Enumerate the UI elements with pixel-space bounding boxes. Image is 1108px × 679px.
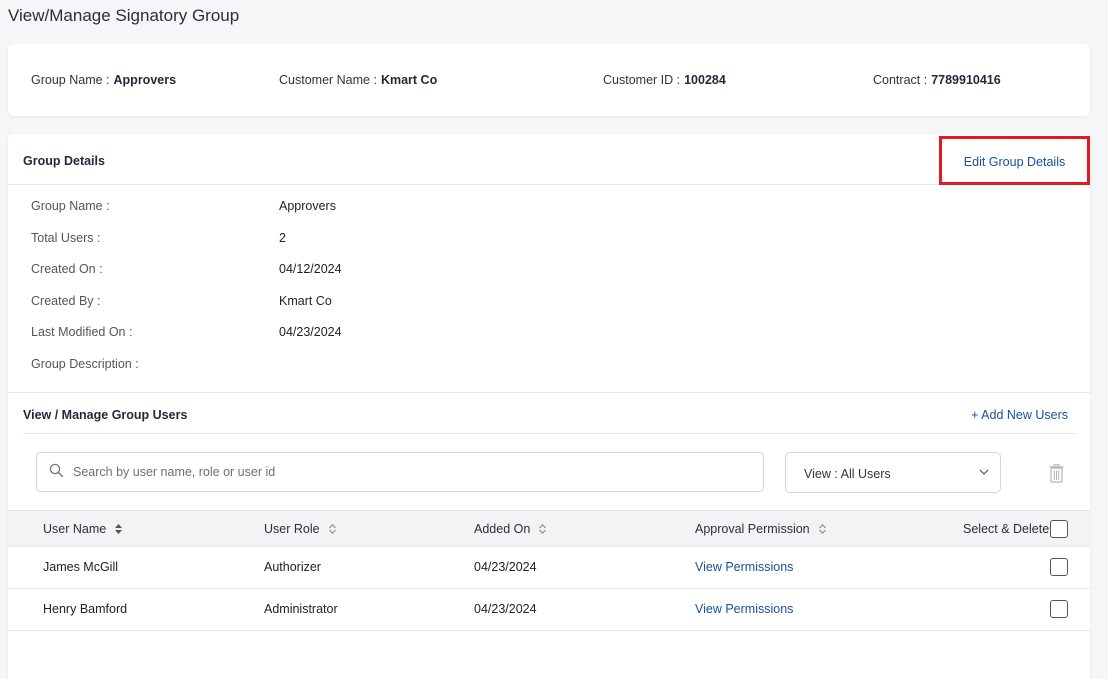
column-approval-permission-label: Approval Permission bbox=[695, 522, 810, 536]
row-user-role: Authorizer bbox=[264, 560, 321, 574]
chevron-down-icon bbox=[978, 466, 990, 481]
search-icon bbox=[49, 463, 64, 481]
sort-icon bbox=[818, 523, 826, 535]
page-title: View/Manage Signatory Group bbox=[8, 6, 240, 25]
row-user-name: James McGill bbox=[43, 560, 119, 574]
summary-customer-name-value: Kmart Co bbox=[380, 73, 438, 87]
column-approval-permission[interactable]: Approval Permission bbox=[695, 522, 827, 536]
row-user-name: Henry Bamford bbox=[43, 602, 128, 616]
users-header-divider bbox=[23, 433, 1076, 434]
view-filter-value: All Users bbox=[840, 467, 891, 481]
column-added-on[interactable]: Added On bbox=[474, 522, 547, 536]
detail-label-created-by: Created By : bbox=[31, 294, 101, 308]
search-input[interactable] bbox=[73, 461, 753, 483]
view-filter-text: View : All Users bbox=[804, 467, 891, 481]
summary-customer-id-label: Customer ID : bbox=[603, 73, 681, 87]
view-filter-select[interactable]: View : All Users bbox=[785, 452, 1001, 493]
group-details-title: Group Details bbox=[23, 154, 105, 168]
view-permissions-link[interactable]: View Permissions bbox=[695, 560, 793, 574]
detail-value-group-name: Approvers bbox=[279, 199, 336, 213]
table-row: Henry Bamford Administrator 04/23/2024 V… bbox=[8, 589, 1090, 631]
row-select-checkbox[interactable] bbox=[1050, 600, 1068, 618]
add-new-users-link[interactable]: + Add New Users bbox=[971, 408, 1068, 422]
summary-customer-id: Customer ID :100284 bbox=[603, 73, 726, 87]
group-details-header: Group Details Edit Group Details bbox=[8, 134, 1090, 185]
row-user-role: Administrator bbox=[264, 602, 338, 616]
table-row: James McGill Authorizer 04/23/2024 View … bbox=[8, 547, 1090, 589]
row-added-on: 04/23/2024 bbox=[474, 602, 537, 616]
summary-customer-name-label: Customer Name : bbox=[279, 73, 377, 87]
column-select-delete-label: Select & Delete bbox=[963, 522, 1050, 536]
sort-icon bbox=[539, 523, 547, 535]
search-box[interactable] bbox=[36, 452, 764, 492]
summary-contract-value: 7789910416 bbox=[931, 73, 1001, 87]
manage-users-title: View / Manage Group Users bbox=[23, 408, 188, 422]
column-select-delete: Select & Delete bbox=[963, 522, 1049, 536]
row-added-on: 04/23/2024 bbox=[474, 560, 537, 574]
summary-contract: Contract :7789910416 bbox=[873, 73, 1001, 87]
detail-value-total-users: 2 bbox=[279, 231, 286, 245]
summary-group-name-value: Approvers bbox=[113, 73, 177, 87]
detail-label-last-modified: Last Modified On : bbox=[31, 325, 133, 339]
summary-customer-id-value: 100284 bbox=[684, 73, 726, 87]
select-all-checkbox[interactable] bbox=[1050, 520, 1068, 538]
sort-icon bbox=[115, 524, 123, 534]
view-filter-label: View : bbox=[804, 467, 838, 481]
group-details-card: Group Details Edit Group Details Group N… bbox=[8, 134, 1090, 679]
detail-value-created-by: Kmart Co bbox=[279, 294, 332, 308]
sort-icon bbox=[328, 523, 336, 535]
summary-group-name-label: Group Name : bbox=[31, 73, 110, 87]
detail-value-created-on: 04/12/2024 bbox=[279, 262, 342, 276]
view-permissions-link[interactable]: View Permissions bbox=[695, 602, 793, 616]
column-user-role-label: User Role bbox=[264, 522, 320, 536]
column-added-on-label: Added On bbox=[474, 522, 531, 536]
users-table-header: User Name User Role Added On Approval Pe… bbox=[8, 510, 1090, 547]
column-user-role[interactable]: User Role bbox=[264, 522, 337, 536]
detail-value-last-modified: 04/23/2024 bbox=[279, 325, 342, 339]
section-divider bbox=[8, 392, 1090, 393]
summary-customer-name: Customer Name : Kmart Co bbox=[279, 73, 437, 87]
detail-label-total-users: Total Users : bbox=[31, 231, 101, 245]
row-select-checkbox[interactable] bbox=[1050, 558, 1068, 576]
detail-label-group-name: Group Name : bbox=[31, 199, 110, 213]
trash-icon[interactable] bbox=[1049, 464, 1064, 486]
edit-group-details-link[interactable]: Edit Group Details bbox=[939, 136, 1090, 185]
column-user-name[interactable]: User Name bbox=[43, 522, 123, 536]
column-user-name-label: User Name bbox=[43, 522, 107, 536]
detail-label-group-description: Group Description : bbox=[31, 357, 139, 371]
detail-label-created-on: Created On : bbox=[31, 262, 103, 276]
summary-contract-label: Contract : bbox=[873, 73, 928, 87]
group-summary-card: Group Name : Approvers Customer Name : Kma… bbox=[8, 44, 1090, 116]
summary-group-name: Group Name : Approvers bbox=[31, 73, 176, 87]
